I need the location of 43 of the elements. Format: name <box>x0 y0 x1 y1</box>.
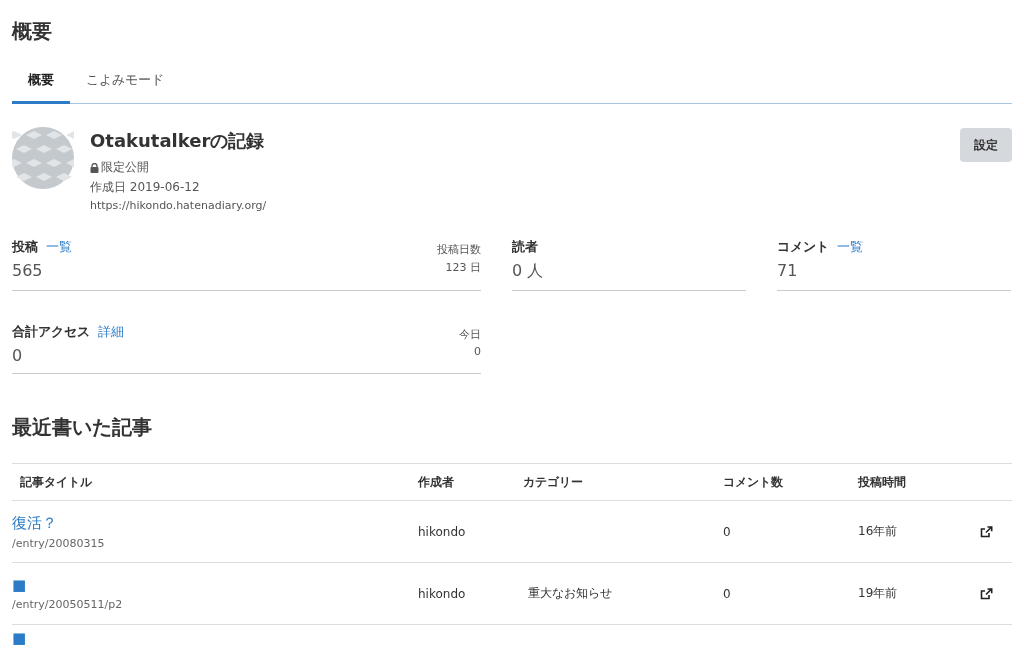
author-cell-text: hikondo <box>417 586 467 601</box>
blog-name: Otakutalkerの記録 <box>90 129 266 153</box>
settings-button[interactable]: 設定 <box>960 128 1012 162</box>
article-title-link[interactable]: ■ <box>12 576 410 594</box>
article-title-link[interactable]: 復活？ <box>12 513 410 533</box>
article-path: /entry/20050511/p2 <box>12 598 124 611</box>
tab[interactable]: こよみモード <box>70 71 180 104</box>
stat-value: 565 <box>12 261 44 280</box>
section-heading: 最近書いた記事 <box>12 414 153 441</box>
category-cell-text: 重大なお知らせ <box>527 585 613 602</box>
stat-link[interactable]: 詳細 <box>98 323 124 341</box>
column-header: カテゴリー <box>522 473 584 491</box>
column-header: 作成者 <box>417 473 455 491</box>
stat-side-value: 0 <box>474 345 481 358</box>
stat-link[interactable]: 一覧 <box>46 238 72 256</box>
column-header: 投稿時間 <box>857 473 907 491</box>
stat-label: 投稿 <box>12 238 38 256</box>
stat-link[interactable]: 一覧 <box>837 238 863 256</box>
article-title-link[interactable]: ■ <box>12 629 410 647</box>
blog-avatar <box>12 127 74 189</box>
lock-icon <box>90 162 99 173</box>
posted-time-cell-text: 19年前 <box>857 585 899 602</box>
visibility-label: 限定公開 <box>101 159 149 176</box>
created-date: 作成日 2019-06-12 <box>90 179 201 196</box>
article-path: /entry/20080315 <box>12 536 106 550</box>
stat-label: 合計アクセス <box>12 323 90 341</box>
stat-side-value: 123 日 <box>445 260 481 275</box>
tab[interactable]: 概要 <box>12 71 70 104</box>
stat-value: 0 人 <box>512 261 544 282</box>
stat-value: 0 <box>12 346 24 365</box>
stat-label: 読者 <box>512 238 538 256</box>
page-title: 概要 <box>12 18 53 45</box>
posted-time-cell-text: 16年前 <box>857 523 899 540</box>
stat-side-label: 今日 <box>459 327 481 342</box>
stat-value: 71 <box>777 261 799 280</box>
column-header: 記事タイトル <box>19 473 93 491</box>
author-cell-text: hikondo <box>417 524 467 539</box>
blog-url: https://hikondo.hatenadiary.org/ <box>90 199 268 212</box>
stat-label: コメント <box>777 238 829 256</box>
comment-count-cell-text: 0 <box>722 524 732 539</box>
comment-count-cell-text: 0 <box>722 586 732 601</box>
column-header: コメント数 <box>722 473 784 491</box>
stat-side-label: 投稿日数 <box>437 242 481 257</box>
